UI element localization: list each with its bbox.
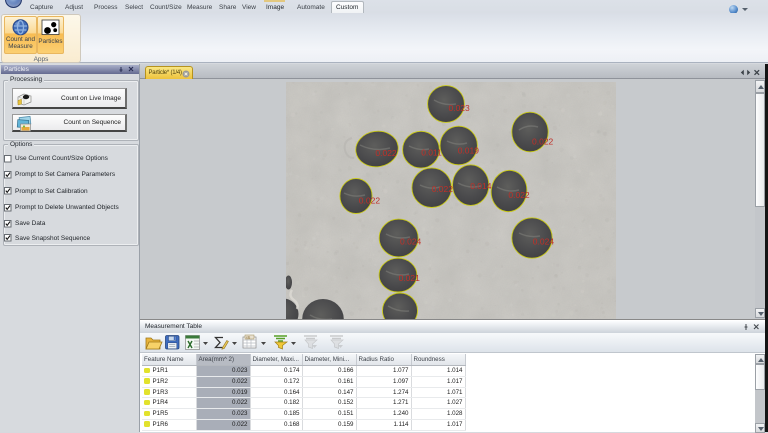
svg-text:0.022: 0.022	[359, 195, 381, 205]
svg-text:0.022: 0.022	[508, 190, 530, 200]
svg-text:0.011: 0.011	[421, 148, 442, 158]
svg-text:0.019: 0.019	[458, 146, 480, 156]
svg-text:0.014: 0.014	[470, 181, 492, 191]
svg-text:0.022: 0.022	[432, 184, 454, 194]
svg-text:xls: xls	[246, 335, 251, 339]
svg-text:0.022: 0.022	[375, 148, 397, 158]
svg-text:0.023: 0.023	[449, 103, 471, 113]
svg-text:0.024: 0.024	[533, 236, 555, 246]
svg-text:0.024: 0.024	[400, 236, 422, 246]
svg-text:0.021: 0.021	[399, 273, 421, 283]
svg-text:0.022: 0.022	[532, 137, 554, 147]
